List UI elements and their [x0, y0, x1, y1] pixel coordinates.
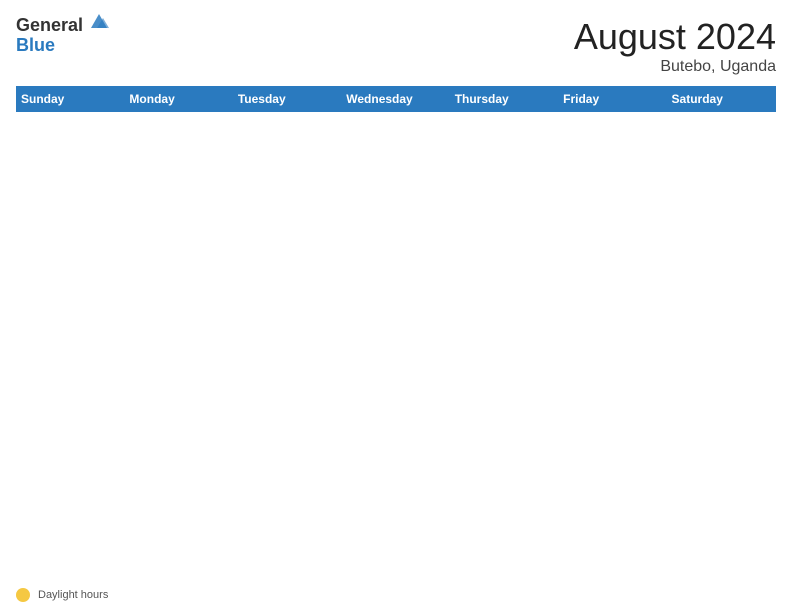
month-title: August 2024	[574, 16, 776, 58]
logo-icon	[87, 10, 109, 32]
logo-general: General	[16, 16, 83, 36]
location: Butebo, Uganda	[574, 58, 776, 76]
page: General Blue August 2024 Butebo, Uganda …	[0, 0, 792, 612]
weekday-header-row: SundayMondayTuesdayWednesdayThursdayFrid…	[17, 87, 776, 112]
logo-area: General Blue	[16, 16, 109, 56]
logo-blue: Blue	[16, 36, 109, 56]
weekday-header-friday: Friday	[559, 87, 667, 112]
title-area: August 2024 Butebo, Uganda	[574, 16, 776, 76]
footer: Daylight hours	[16, 588, 776, 602]
weekday-header-monday: Monday	[125, 87, 233, 112]
footer-label: Daylight hours	[38, 589, 108, 601]
weekday-header-sunday: Sunday	[17, 87, 125, 112]
daylight-icon	[16, 588, 30, 602]
weekday-header-saturday: Saturday	[667, 87, 775, 112]
calendar: SundayMondayTuesdayWednesdayThursdayFrid…	[16, 86, 776, 582]
weekday-header-wednesday: Wednesday	[342, 87, 450, 112]
weekday-header-thursday: Thursday	[450, 87, 558, 112]
header: General Blue August 2024 Butebo, Uganda	[16, 16, 776, 76]
logo-text: General Blue	[16, 16, 109, 56]
weekday-header-tuesday: Tuesday	[233, 87, 341, 112]
